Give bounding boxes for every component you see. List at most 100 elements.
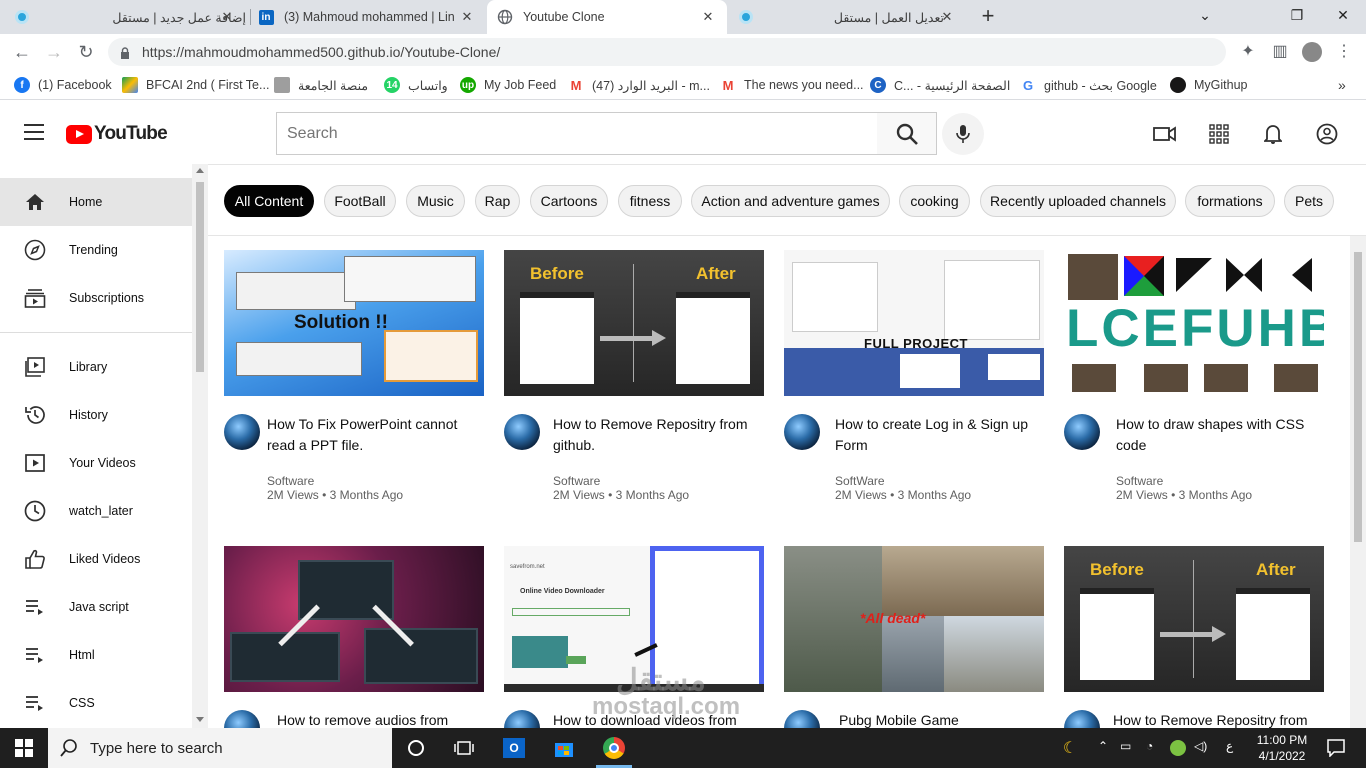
tab-close-icon[interactable]: ✕ xyxy=(938,8,956,26)
create-video-icon[interactable] xyxy=(1153,122,1177,146)
channel-avatar[interactable] xyxy=(784,414,820,450)
tab-linkedin[interactable]: in (3) Mahmoud mohammed | LinkedIn ✕ xyxy=(258,0,486,34)
night-light-icon[interactable]: ☾ xyxy=(1058,736,1082,760)
menu-icon[interactable]: ⋮ xyxy=(1334,42,1354,62)
apps-grid-icon[interactable] xyxy=(1207,122,1231,146)
sidebar-item-your-videos[interactable]: Your Videos xyxy=(0,439,192,487)
tray-chevron-icon[interactable]: ⌃ xyxy=(1098,739,1108,753)
channel-avatar[interactable] xyxy=(504,414,540,450)
video-thumbnail[interactable]: Solution !! xyxy=(224,250,484,396)
bookmark-gmail-inbox[interactable]: M البريد الوارد (47) - m... xyxy=(568,76,710,94)
chip-recently-uploaded-channels[interactable]: Recently uploaded channels xyxy=(980,185,1176,217)
video-card[interactable]: How to remove audios from xyxy=(224,546,484,728)
sidebar-item-subscriptions[interactable]: Subscriptions xyxy=(0,274,192,322)
volume-icon[interactable]: ◁) xyxy=(1194,739,1207,753)
whatsapp-tray-icon[interactable] xyxy=(1166,736,1190,760)
chip-all-content[interactable]: All Content xyxy=(224,185,314,217)
channel-name[interactable]: Software xyxy=(553,474,600,489)
video-thumbnail[interactable]: Before After xyxy=(504,250,764,396)
channel-avatar[interactable] xyxy=(1064,710,1100,728)
search-button[interactable] xyxy=(877,112,937,155)
extensions-icon[interactable]: ✦ xyxy=(1238,42,1258,62)
task-view-icon[interactable] xyxy=(452,736,476,760)
minimize-button[interactable]: ⌄ xyxy=(1182,0,1228,30)
bookmark-upwork[interactable]: up My Job Feed xyxy=(460,76,556,94)
side-panel-icon[interactable]: ▥ xyxy=(1270,42,1290,62)
video-card[interactable]: Before After How to Remove Repositry fro… xyxy=(1064,546,1324,728)
bookmark-google-search[interactable]: Ggithub - بحث Google xyxy=(1020,76,1157,94)
video-card[interactable]: FULL PROJECT How to create Log in & Sign… xyxy=(784,250,1044,510)
voice-search-button[interactable] xyxy=(942,113,984,155)
tab-close-icon[interactable]: ✕ xyxy=(458,8,476,26)
video-title[interactable]: How to Remove Repositry from xyxy=(1113,710,1328,728)
channel-name[interactable]: Software xyxy=(1116,474,1163,489)
main-scrollbar[interactable] xyxy=(1350,236,1366,728)
battery-icon[interactable]: ▭ xyxy=(1120,739,1131,753)
forward-button[interactable]: → xyxy=(42,40,66,64)
video-title[interactable]: How to create Log in & Sign up Form xyxy=(835,414,1050,456)
taskbar-clock[interactable]: 11:00 PM 4/1/2022 xyxy=(1254,732,1310,764)
chip-formations[interactable]: formations xyxy=(1185,185,1275,217)
video-card[interactable]: Solution !! How To Fix PowerPoint cannot… xyxy=(224,250,484,510)
chip-cooking[interactable]: cooking xyxy=(899,185,970,217)
bookmark-bfcai[interactable]: BFCAI 2nd ( First Te... xyxy=(122,76,269,94)
video-card[interactable]: Before After How to Remove Repositry fro… xyxy=(504,250,764,510)
video-thumbnail[interactable]: FULL PROJECT xyxy=(784,250,1044,396)
chip-cartoons[interactable]: Cartoons xyxy=(530,185,608,217)
close-window-button[interactable]: ✕ xyxy=(1320,0,1366,30)
video-card[interactable]: *All dead* Pubg Mobile Game xyxy=(784,546,1044,728)
sidebar-scrollbar[interactable] xyxy=(192,164,208,728)
channel-avatar[interactable] xyxy=(224,710,260,728)
video-title[interactable]: How to Remove Repositry from github. xyxy=(553,414,768,456)
chip-pets[interactable]: Pets xyxy=(1284,185,1334,217)
windows-start-icon[interactable] xyxy=(12,736,36,760)
youtube-logo[interactable]: YouTube xyxy=(66,123,168,145)
bookmark-mygithub[interactable]: MyGithup xyxy=(1170,76,1248,94)
channel-name[interactable]: Software xyxy=(267,474,314,489)
tab-close-icon[interactable]: ✕ xyxy=(699,8,717,26)
channel-avatar[interactable] xyxy=(1064,414,1100,450)
sidebar-item-home[interactable]: Home xyxy=(0,178,192,226)
back-button[interactable]: ← xyxy=(10,40,34,64)
hamburger-menu-icon[interactable] xyxy=(24,124,44,140)
reload-button[interactable]: ↻ xyxy=(74,40,98,64)
sidebar-item-history[interactable]: History xyxy=(0,391,192,439)
sidebar-item-liked-videos[interactable]: Liked Videos xyxy=(0,535,192,583)
chip-fitness[interactable]: fitness xyxy=(618,185,682,217)
channel-avatar[interactable] xyxy=(224,414,260,450)
channel-avatar[interactable] xyxy=(784,710,820,728)
chip-action-adventure-games[interactable]: Action and adventure games xyxy=(691,185,890,217)
video-title[interactable]: Pubg Mobile Game xyxy=(839,710,1044,728)
sidebar-item-html[interactable]: Html xyxy=(0,631,192,679)
url-bar[interactable]: https://mahmoudmohammed500.github.io/You… xyxy=(108,38,1226,66)
chip-football[interactable]: FootBall xyxy=(324,185,396,217)
video-thumbnail[interactable] xyxy=(224,546,484,692)
video-thumbnail[interactable]: Before After xyxy=(1064,546,1324,692)
notifications-bell-icon[interactable] xyxy=(1261,122,1285,146)
sidebar-item-trending[interactable]: Trending xyxy=(0,226,192,274)
bookmark-news[interactable]: M The news you need... xyxy=(720,76,864,94)
channel-name[interactable]: SoftWare xyxy=(835,474,885,489)
sidebar-item-library[interactable]: Library xyxy=(0,343,192,391)
bookmark-facebook[interactable]: f (1) Facebook xyxy=(14,76,112,94)
new-tab-button[interactable]: + xyxy=(976,4,1000,28)
account-icon[interactable] xyxy=(1315,122,1339,146)
search-input[interactable]: Search xyxy=(276,112,878,155)
tab-close-icon[interactable]: ✕ xyxy=(218,8,236,26)
video-thumbnail[interactable]: LCEFUHB xyxy=(1064,250,1324,396)
tab-mostaql-edit[interactable]: تعديل العمل | مستقل ✕ xyxy=(728,0,966,34)
bookmark-university[interactable]: منصة الجامعة xyxy=(274,76,368,94)
sidebar-item-java-script[interactable]: Java script xyxy=(0,583,192,631)
tab-youtube-clone[interactable]: Youtube Clone ✕ xyxy=(487,0,727,34)
microsoft-store-icon[interactable] xyxy=(552,736,576,760)
chip-music[interactable]: Music xyxy=(406,185,465,217)
chrome-icon[interactable] xyxy=(602,736,626,760)
profile-avatar[interactable] xyxy=(1302,42,1322,62)
bookmark-whatsapp[interactable]: 14 واتساب xyxy=(384,76,448,94)
taskbar-search-input[interactable]: Type here to search xyxy=(48,728,392,768)
wifi-icon[interactable]: ◔ xyxy=(1146,739,1153,753)
language-indicator[interactable]: ع xyxy=(1226,739,1233,753)
sidebar-item-watch-later[interactable]: watch_later xyxy=(0,487,192,535)
outlook-icon[interactable]: O xyxy=(502,736,526,760)
cortana-icon[interactable] xyxy=(404,736,428,760)
